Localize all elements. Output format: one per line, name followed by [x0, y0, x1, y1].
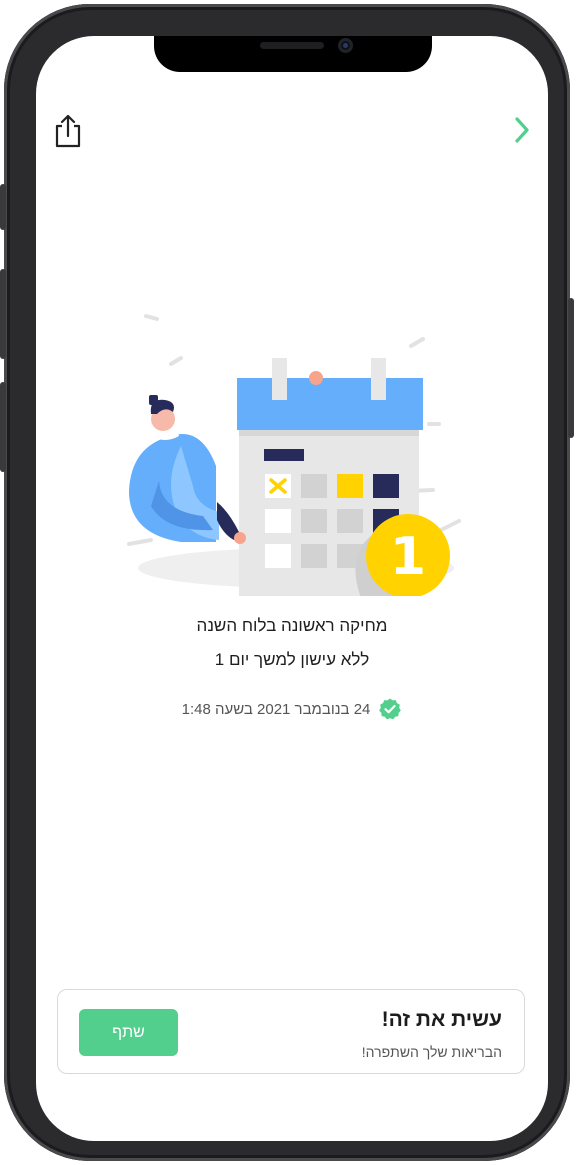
chevron-right-icon[interactable]	[512, 116, 532, 144]
mute-switch	[0, 184, 6, 230]
verified-check-icon	[379, 698, 402, 720]
achievement-date: 24 בנובמבר 2021 בשעה 1:48	[181, 700, 371, 718]
speaker	[260, 42, 324, 49]
badge-number: 1	[390, 527, 426, 587]
power-button	[568, 298, 574, 438]
achievement-date-row: 24 בנובמבר 2021 בשעה 1:48	[36, 697, 548, 721]
share-icon[interactable]	[54, 114, 82, 148]
share-card: עשית את זה! הבריאות שלך השתפרה! שתף	[57, 989, 525, 1074]
screen: 1 מחיקה ראשונה בלוח השנה ללא עישון למשך …	[36, 36, 548, 1141]
card-subtitle: הבריאות שלך השתפרה!	[361, 1044, 502, 1060]
achievement-title: מחיקה ראשונה בלוח השנה	[196, 616, 388, 635]
achievement-subtitle: ללא עישון למשך יום 1	[214, 650, 370, 669]
front-camera	[338, 38, 353, 53]
volume-down-button	[0, 382, 6, 472]
notch	[154, 36, 432, 72]
calendar-illustration: 1	[127, 314, 461, 596]
share-button[interactable]: שתף	[79, 1009, 178, 1056]
phone-frame: 1 מחיקה ראשונה בלוח השנה ללא עישון למשך …	[0, 4, 574, 1161]
volume-up-button	[0, 269, 6, 359]
card-title: עשית את זה!	[381, 1008, 502, 1031]
